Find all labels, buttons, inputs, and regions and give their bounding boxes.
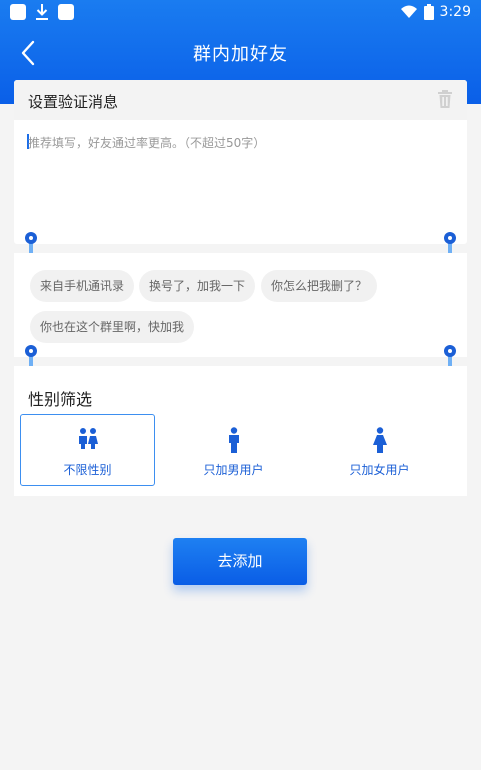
male-icon (228, 427, 239, 453)
verify-message-card: 设置验证消息 (14, 80, 467, 244)
quick-message-chip[interactable]: 你怎么把我删了？ (261, 270, 378, 302)
gender-option-label: 不限性别 (63, 463, 112, 477)
status-time: 3:29 (439, 4, 471, 20)
quick-message-chip[interactable]: 你也在这个群里啊，快加我 (30, 311, 195, 343)
battery-icon (423, 4, 434, 20)
gender-filter-card: 性别筛选 不限性别 只加男用户 只加女用户 (14, 366, 467, 496)
quick-message-chip[interactable]: 换号了，加我一下 (139, 270, 256, 302)
gender-filter-title: 性别筛选 (28, 390, 93, 409)
quick-messages-card: 来自手机通讯录 换号了，加我一下 你怎么把我删了？ 你也在这个群里啊，快加我 (14, 253, 467, 357)
gender-option-label: 只加男用户 (203, 463, 264, 477)
verify-section-title: 设置验证消息 (28, 93, 119, 111)
gender-option-female[interactable]: 只加女用户 (312, 414, 447, 486)
gender-option-label: 只加女用户 (349, 463, 410, 477)
page-title: 群内加好友 (193, 44, 288, 65)
notification-square-icon (10, 4, 26, 20)
verify-message-input[interactable] (28, 134, 448, 224)
couple-icon (78, 428, 98, 449)
gender-option-any[interactable]: 不限性别 (20, 414, 155, 486)
status-bar: 3:29 (0, 0, 481, 26)
quick-message-chip[interactable]: 来自手机通讯录 (30, 270, 135, 302)
wifi-icon (400, 5, 417, 18)
female-icon (372, 427, 387, 453)
gender-option-male[interactable]: 只加男用户 (166, 414, 301, 486)
download-icon (36, 4, 48, 20)
notification-square-icon (58, 4, 74, 20)
add-button[interactable]: 去添加 (173, 538, 307, 585)
verify-message-header: 设置验证消息 (14, 80, 467, 120)
trash-icon[interactable] (437, 90, 453, 109)
